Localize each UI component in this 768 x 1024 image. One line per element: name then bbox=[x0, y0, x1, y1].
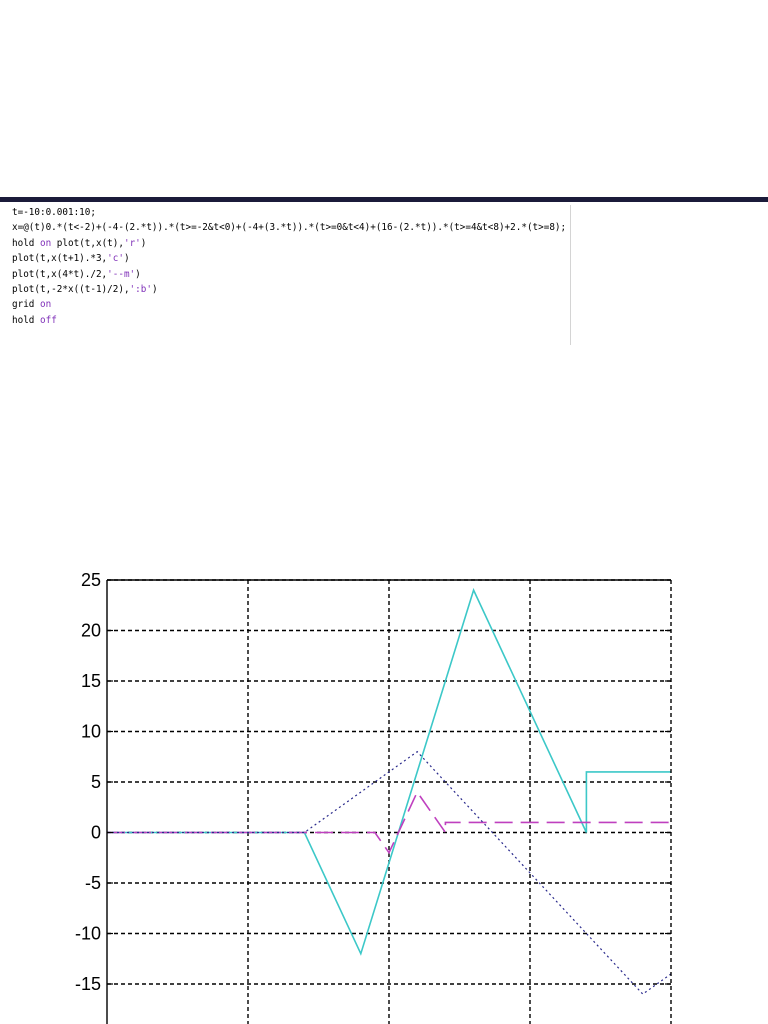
code-text: plot(t,x(4*t)./2, bbox=[12, 268, 108, 280]
code-line-6[interactable]: plot(t,-2*x((t-1)/2),':b') bbox=[12, 282, 768, 297]
y-tick-label: 10 bbox=[81, 722, 101, 742]
y-tick-label: -15 bbox=[75, 974, 101, 994]
code-text: ) bbox=[135, 268, 141, 280]
code-line-5[interactable]: plot(t,x(4*t)./2,'--m') bbox=[12, 267, 768, 282]
code-keyword: on bbox=[40, 237, 52, 249]
code-keyword: on bbox=[40, 299, 52, 311]
code-text: x=@(t)0.*(t<-2)+(-4-(2.*t)).*(t>=-2&t<0)… bbox=[12, 222, 567, 234]
editor-right-margin-line bbox=[570, 205, 571, 345]
y-tick-label: 0 bbox=[91, 823, 101, 843]
code-text: ) bbox=[140, 237, 147, 249]
code-keyword: '--m' bbox=[107, 268, 136, 280]
code-text: plot(t,x(t), bbox=[51, 237, 124, 249]
code-keyword: ':b' bbox=[129, 283, 152, 295]
code-line-7[interactable]: grid on bbox=[12, 297, 768, 312]
code-line-8[interactable]: hold off bbox=[12, 313, 768, 328]
code-editor-panel: t=-10:0.001:10; x=@(t)0.*(t<-2)+(-4-(2.*t… bbox=[0, 197, 768, 345]
code-text: grid bbox=[12, 299, 40, 311]
code-line-2[interactable]: x=@(t)0.*(t<-2)+(-4-(2.*t)).*(t>=-2&t<0)… bbox=[12, 220, 768, 235]
y-tick-label: 5 bbox=[91, 772, 101, 792]
code-keyword: 'c' bbox=[107, 253, 124, 265]
editor-top-border bbox=[0, 197, 768, 202]
code-lines[interactable]: t=-10:0.001:10; x=@(t)0.*(t<-2)+(-4-(2.*t… bbox=[12, 205, 768, 328]
y-tick-label: 15 bbox=[81, 671, 101, 691]
code-text: hold bbox=[12, 314, 40, 326]
code-text: plot(t,x(t+1).*3, bbox=[12, 253, 108, 265]
y-tick-label: 20 bbox=[81, 621, 101, 641]
code-line-4[interactable]: plot(t,x(t+1).*3,'c') bbox=[12, 251, 768, 266]
y-tick-label: 25 bbox=[81, 570, 101, 590]
code-keyword: 'r' bbox=[123, 237, 141, 249]
plot-figure: 25 20 15 10 5 0 -5 -10 -15 bbox=[75, 570, 672, 1024]
code-text: hold bbox=[12, 237, 40, 249]
code-line-3[interactable]: hold on plot(t,x(t),'r') bbox=[12, 236, 768, 251]
code-line-1[interactable]: t=-10:0.001:10; bbox=[12, 205, 768, 220]
code-text: plot(t,-2*x((t-1)/2), bbox=[12, 283, 130, 295]
y-tick-label: -10 bbox=[75, 924, 101, 944]
code-text: ) bbox=[123, 253, 130, 265]
code-text: t=-10:0.001:10; bbox=[12, 207, 96, 218]
y-tick-label: -5 bbox=[85, 873, 101, 893]
code-keyword: off bbox=[40, 314, 57, 326]
code-text: ) bbox=[151, 283, 158, 295]
